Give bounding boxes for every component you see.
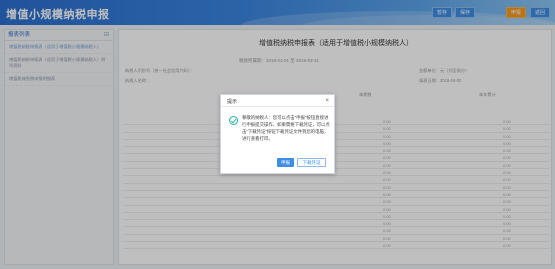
- dialog-header: 提示 ×: [221, 95, 334, 107]
- download-voucher-button[interactable]: 下载凭证: [297, 158, 326, 167]
- dialog-declare-button[interactable]: 申报: [277, 158, 294, 167]
- check-circle-icon: [229, 116, 238, 125]
- tip-dialog: 提示 × 尊敬的纳税人：您可以点击“申报”按钮直接进行申报提交操作，如果需要下载…: [220, 94, 335, 174]
- dialog-message: 尊敬的纳税人：您可以点击“申报”按钮直接进行申报提交操作，如果需要下载凭证，可以…: [242, 115, 330, 141]
- close-icon[interactable]: ×: [325, 97, 329, 104]
- dialog-title: 提示: [227, 99, 238, 105]
